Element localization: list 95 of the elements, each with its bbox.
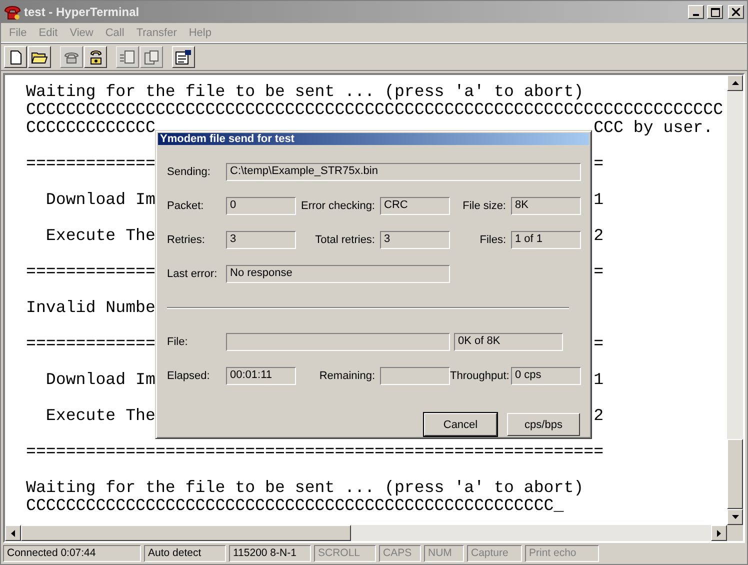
left-arrow-icon: [11, 530, 15, 536]
status-cell: NUM: [424, 545, 464, 562]
scroll-down-button[interactable]: [727, 509, 743, 525]
toolbar-button[interactable]: [84, 46, 107, 68]
close-button[interactable]: [728, 5, 744, 19]
terminal-line: =: [594, 155, 604, 173]
status-cell: Capture: [467, 545, 522, 562]
field-label: Error checking:: [300, 200, 376, 212]
dialog-button[interactable]: cps/bps: [507, 413, 580, 436]
horizontal-scrollbar[interactable]: [5, 525, 743, 541]
menu-item[interactable]: Help: [182, 26, 218, 38]
terminal-line: 2: [594, 407, 604, 425]
dialog-title: Ymodem file send for test: [158, 133, 589, 145]
value-field: 0: [226, 197, 296, 215]
maximize-button[interactable]: [707, 5, 723, 19]
menu-item[interactable]: Call: [99, 26, 130, 38]
toolbar-button[interactable]: [172, 46, 195, 68]
terminal-line: Execute The: [44, 407, 156, 425]
window-title: test - HyperTerminal: [24, 5, 140, 19]
terminal-line: =: [594, 263, 604, 281]
scrollbar-corner: [727, 525, 743, 541]
terminal-line: CCCCCCCCCCCCC: [26, 119, 156, 137]
scroll-up-button[interactable]: [727, 75, 743, 91]
vertical-scrollbar[interactable]: [727, 75, 743, 525]
field-label: Total retries:: [314, 234, 376, 246]
terminal-line: Waiting for the file to be sent ... (press 'a' to abort): [26, 83, 584, 101]
value-field: 0K of 8K: [454, 333, 563, 351]
scroll-thumb[interactable]: [727, 439, 743, 509]
value-field: [380, 367, 450, 385]
scroll-thumb[interactable]: [21, 525, 351, 541]
status-cell: SCROLL: [314, 545, 376, 562]
field-label: Packet:: [167, 200, 205, 212]
value-field: 3: [380, 231, 450, 249]
scroll-right-button[interactable]: [711, 525, 727, 541]
up-arrow-icon: [732, 81, 738, 85]
value-field: 3: [226, 231, 296, 249]
status-cell: Print echo: [525, 545, 599, 562]
right-arrow-icon: [717, 530, 721, 536]
menu-item[interactable]: File: [3, 26, 33, 38]
terminal-line: Invalid Numbe: [26, 299, 156, 317]
telephone-icon: [88, 48, 104, 66]
terminal-line: Download Im: [44, 371, 156, 389]
blank-page-icon: [10, 50, 22, 64]
terminal-line: =============: [26, 335, 156, 353]
status-cell: Auto detect: [144, 545, 226, 562]
status-cell: 115200 8-N-1: [229, 545, 311, 562]
field-label: File size:: [462, 200, 507, 212]
terminal-line: 1: [594, 371, 604, 389]
value-field: C:\temp\Example_STR75x.bin: [226, 163, 581, 181]
value-field: 1 of 1: [511, 231, 581, 249]
field-label: Files:: [478, 234, 507, 246]
terminal-line: Download Im: [44, 191, 156, 209]
field-label: Remaining:: [318, 370, 376, 382]
status-cell: CAPS: [379, 545, 421, 562]
value-field: 0 cps: [511, 367, 581, 385]
properties-icon: [175, 49, 192, 65]
menu-item[interactable]: View: [64, 26, 100, 38]
dialog-button[interactable]: Cancel: [424, 413, 497, 436]
terminal-line: CCCCCCCCCCCCCCCCCCCCCCCCCCCCCCCCCCCCCCCCCCCCCCCCCCCCCCCCCCCCCCCCCCCCCC: [26, 101, 724, 119]
minimize-button[interactable]: [688, 5, 704, 19]
status-cell: Connected 0:07:44: [3, 545, 141, 562]
field-label: Throughput:: [450, 370, 510, 382]
close-icon: [732, 8, 740, 16]
value-field: No response: [226, 265, 450, 283]
telephone-icon: [63, 50, 80, 64]
terminal-line: =: [594, 335, 604, 353]
terminal-line: ==========================================================: [26, 443, 604, 461]
down-arrow-icon: [732, 515, 738, 519]
scroll-left-button[interactable]: [5, 525, 21, 541]
maximize-icon: [710, 8, 720, 16]
field-label: Retries:: [167, 234, 206, 246]
field-label: Sending:: [167, 166, 212, 178]
terminal-line: CCC by user.: [594, 119, 714, 137]
telephone-icon: [4, 4, 21, 20]
toolbar-button[interactable]: [28, 46, 51, 68]
page-icon: [119, 50, 136, 64]
field-label: Elapsed:: [167, 370, 211, 382]
minimize-icon: [693, 14, 699, 16]
menu-item[interactable]: Transfer: [130, 26, 183, 38]
menu-item[interactable]: Edit: [32, 26, 64, 38]
toolbar-button[interactable]: [4, 46, 27, 68]
terminal-line: =============: [26, 263, 156, 281]
field-label: Last error:: [167, 268, 218, 280]
terminal-line: Waiting for the file to be sent ... (press 'a' to abort): [26, 479, 584, 497]
terminal-line: =============: [26, 155, 156, 173]
value-field: 8K: [511, 197, 581, 215]
value-field: 00:01:11: [226, 367, 296, 385]
terminal-line: 2: [594, 227, 604, 245]
terminal-line: 1: [594, 191, 604, 209]
terminal-line: CCCCCCCCCCCCCCCCCCCCCCCCCCCCCCCCCCCCCCCCCCCCCCCCCCCCC_: [26, 497, 564, 515]
terminal-line: Execute The: [44, 227, 156, 245]
pages-icon: [143, 50, 160, 64]
value-field: CRC: [380, 197, 450, 215]
field-label: File:: [167, 336, 189, 348]
folder-icon: [31, 50, 48, 64]
